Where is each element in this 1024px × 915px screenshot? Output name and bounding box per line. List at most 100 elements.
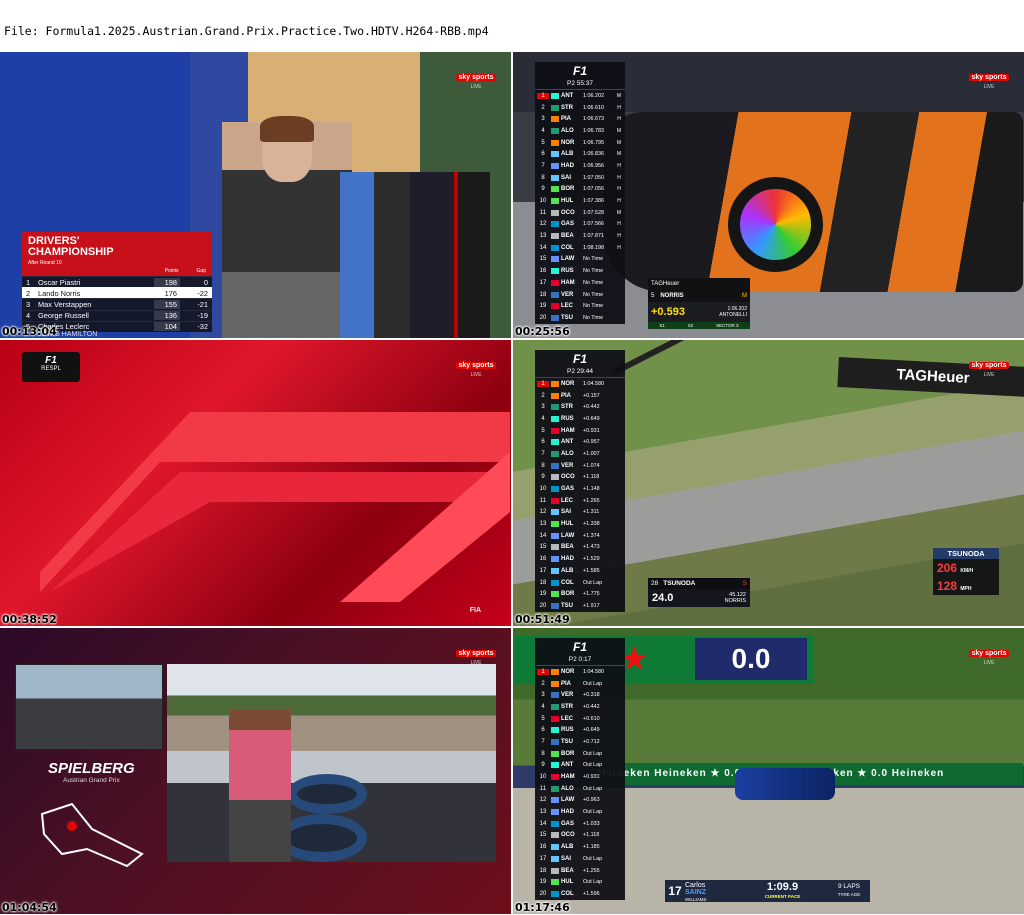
tower-row: 19 HUL Out Lap (535, 876, 625, 888)
tower-position: 14 (539, 532, 547, 539)
tyre-compound: M (616, 151, 622, 158)
lap-time: +1.473 (583, 544, 600, 551)
driver-ref: 45.122 NORRIS (725, 592, 746, 604)
driver-code: HAM (561, 427, 575, 434)
lap-time: Out Lap (583, 785, 603, 792)
timing-tower-2: F1 P2 29:44 1 NOR 1:04.580 2 PIA +0.157 3 STR +0… (535, 350, 625, 612)
driver-first: Carlos (685, 882, 706, 889)
tyre-compound: M (616, 127, 622, 134)
driver-code: ANT (561, 439, 574, 446)
lap-time: +1.118 (583, 832, 600, 839)
driver-code: COL (561, 244, 574, 251)
team-color-swatch (551, 92, 559, 99)
championship-rows: 1 Oscar Piastri 198 0 2 Lando Norris 176 -22 3 Ma… (22, 276, 212, 332)
tower-position: 8 (541, 462, 545, 469)
driver-code: COL (561, 890, 574, 897)
driver-code: VER (561, 692, 574, 699)
gap-pos: 5 (651, 293, 655, 299)
driver-code: NOR (561, 380, 575, 387)
driver-code: NOR (561, 668, 575, 675)
team-color-swatch (551, 703, 559, 710)
lap-time: +0.442 (583, 404, 600, 411)
lap-time: 1:07.566 (583, 221, 604, 228)
live-label: LIVE (983, 660, 995, 666)
gap-box-header: TAGHeuer (648, 278, 750, 290)
driver-number: 28 (651, 580, 659, 587)
row-points: 104 (154, 322, 180, 332)
team-color-swatch (551, 439, 559, 446)
tower-position: 1 (537, 668, 549, 675)
speed-value-row: 206 KM/H (933, 559, 999, 577)
speed-value: 206 (937, 561, 958, 575)
tower-row: 13 HAD Out Lap (535, 806, 625, 818)
team-color-swatch (551, 602, 559, 609)
team-color-swatch (551, 462, 559, 469)
tower-position: 20 (539, 890, 547, 897)
tower-position: 13 (539, 233, 547, 240)
sector-1: S1 (659, 323, 665, 328)
driver-code: STR (561, 104, 573, 111)
lap-time: +0.931 (583, 427, 600, 434)
row-gap: -19 (197, 311, 208, 321)
sky-sports-name: sky sports (456, 74, 496, 81)
driver-figure (222, 116, 352, 338)
driver-code: HUL (561, 198, 574, 205)
tower-position: 18 (539, 867, 547, 874)
driver-pace-bar: 17 Carlos SAINZ WILLIAMS 1:09.9 CURRENT … (665, 880, 870, 902)
driver-code: OCO (561, 832, 575, 839)
driver-code: ALO (561, 127, 574, 134)
lap-time: +1.255 (583, 867, 600, 874)
driver-code: ALB (561, 567, 574, 574)
tower-position: 14 (539, 820, 547, 827)
driver-code: HAM (561, 279, 575, 286)
lap-time: 1:07.056 (583, 186, 604, 193)
driver-code: VER (561, 462, 574, 469)
tower-position: 17 (539, 567, 547, 574)
tower-position: 2 (541, 104, 545, 111)
tower-row: 13 BEA 1:07.871 H (535, 230, 625, 242)
tower-row: 16 HAD +1.529 (535, 553, 625, 565)
driver-info-values: 24.0 45.122 NORRIS (648, 589, 750, 607)
tower-row: 5 HAM +0.931 (535, 425, 625, 437)
f1-logo: F1 (572, 352, 587, 366)
team-color-swatch (551, 867, 559, 874)
team-color-swatch (551, 567, 559, 574)
tower-row: 12 LAW +0.963 (535, 795, 625, 807)
driver-code: ANT (561, 92, 574, 99)
tower-row: 7 TSU +0.712 (535, 736, 625, 748)
team-color-swatch (551, 715, 559, 722)
driver-code: LEC (561, 303, 573, 310)
tower-position: 13 (539, 521, 547, 528)
tower-position: 11 (539, 209, 547, 216)
tower-position: 14 (539, 244, 547, 251)
timing-tower-1: F1 P2 55:37 1 ANT 1:06.202 M 2 STR 1:06.610 H 3 P… (535, 62, 625, 324)
team-color-swatch (551, 139, 559, 146)
lap-time: +0.963 (583, 797, 600, 804)
team-color-swatch (551, 879, 559, 886)
driver-code: ALB (561, 844, 574, 851)
mph-value-row: 128 MPH (933, 577, 999, 595)
tower-row: 20 TSU +1.917 (535, 600, 625, 612)
row-driver: George Russell (38, 311, 89, 321)
lap-time: No Time (583, 303, 604, 310)
tower-row: 14 GAS +1.033 (535, 818, 625, 830)
driver-code: OCO (561, 209, 575, 216)
sector-bar: S1 S2 SECTOR 3 (648, 322, 750, 329)
tower-row: 10 HAM +0.931 (535, 771, 625, 783)
tower-position: 16 (539, 844, 547, 851)
team-color-swatch (551, 591, 559, 598)
lap-time: +1.311 (583, 509, 600, 516)
driver-code: GAS (561, 486, 575, 493)
tower-row: 4 ALO 1:06.783 M (535, 125, 625, 137)
lap-time: +1.529 (583, 556, 600, 563)
lap-time: 1:06.836 (583, 151, 604, 158)
driver-code: ANT (561, 762, 574, 769)
lap-time: 1:04.580 (583, 668, 604, 675)
tower-row: 11 ALO Out Lap (535, 783, 625, 795)
driver-code: SAI (561, 174, 572, 181)
tower-position: 5 (541, 715, 545, 722)
team-color-swatch (551, 785, 559, 792)
tower-position: 16 (539, 268, 547, 275)
sky-sports-logo: sky sports LIVE (968, 642, 1010, 666)
tower-row: 2 STR 1:06.610 H (535, 102, 625, 114)
